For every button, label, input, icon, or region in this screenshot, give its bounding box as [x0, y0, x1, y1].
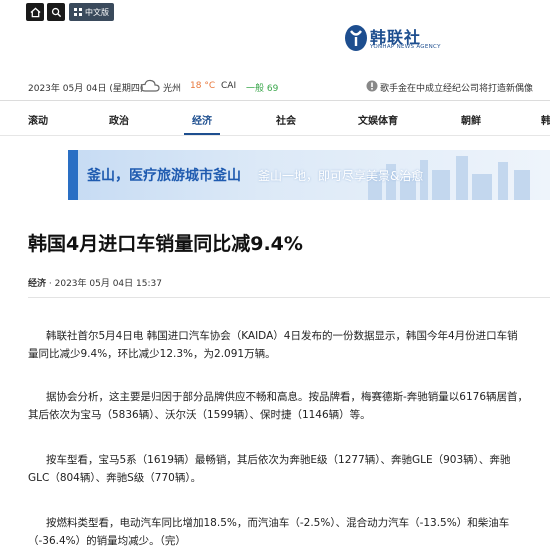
weather-city: 光州: [163, 84, 182, 94]
banner-accent-bar: [68, 150, 78, 200]
news-ticker[interactable]: 歌手金在中成立经纪公司将打造新偶像: [380, 81, 533, 94]
weather-temperature: 18 °C: [190, 81, 216, 91]
language-button[interactable]: 中文版: [69, 3, 114, 21]
main-nav: 滚动 政治 经济 社会 文娱体育 朝鲜 韩: [0, 102, 550, 136]
logo-subtitle: YONHAP NEWS AGENCY: [370, 44, 441, 50]
nav-item-korea[interactable]: 韩: [541, 112, 550, 127]
nav-item-north-korea[interactable]: 朝鲜: [461, 112, 481, 127]
article-title: 韩国4月进口车销量同比减9.4%: [28, 233, 303, 255]
article-paragraph: 按燃料类型看，电动汽车同比增加18.5%，而汽油车（-2.5%）、混合动力汽车（…: [28, 517, 510, 547]
yonhap-logo-icon: [345, 25, 367, 51]
current-date: 2023年 05月 04日 (星期四): [28, 84, 144, 94]
nav-item-politics[interactable]: 政治: [109, 112, 129, 127]
home-icon: [29, 7, 41, 17]
top-bar: 中文版: [0, 0, 550, 24]
search-button[interactable]: [47, 3, 65, 21]
home-button[interactable]: [26, 3, 44, 21]
news-ticker-icon: [366, 80, 378, 92]
article-meta: 经济 · 2023年 05月 04日 15:37: [28, 276, 162, 289]
banner-title: 釜山，医疗旅游城市釜山: [87, 168, 241, 184]
cloud-icon: [140, 79, 160, 92]
grid-icon: [74, 8, 82, 16]
language-label: 中文版: [85, 7, 109, 17]
nav-item-culture-sports[interactable]: 文娱体育: [358, 112, 398, 127]
site-logo[interactable]: 韩联社 YONHAP NEWS AGENCY: [344, 22, 464, 58]
nav-item-economy[interactable]: 经济: [192, 112, 212, 127]
cai-value: 一般 69: [246, 84, 279, 94]
article-divider: [28, 297, 550, 298]
article-paragraph: 按车型看，宝马5系（1619辆）最畅销，其后依次为奔驰E级（1277辆）、奔驰G…: [28, 454, 511, 484]
article-section[interactable]: 经济: [28, 279, 46, 289]
promo-banner[interactable]: 釜山，医疗旅游城市釜山 釜山一地，即可尽享美景&治愈: [68, 150, 550, 200]
cai-label: CAI: [221, 81, 237, 91]
banner-subtitle: 釜山一地，即可尽享美景&治愈: [258, 169, 424, 183]
article-paragraph: 韩联社首尔5月4日电 韩国进口汽车协会（KAIDA）4日发布的一份数据显示，韩国…: [28, 330, 518, 360]
nav-item-society[interactable]: 社会: [276, 112, 296, 127]
nav-item-rolling[interactable]: 滚动: [28, 112, 48, 127]
article-timestamp: · 2023年 05月 04日 15:37: [48, 279, 162, 289]
active-tab-indicator: [184, 133, 220, 135]
info-bar: 2023年 05月 04日 (星期四) 光州 18 °C CAI 一般 69 歌…: [0, 76, 550, 98]
search-icon: [51, 7, 61, 17]
header-divider: [0, 100, 550, 101]
article-paragraph: 据协会分析，这主要是归因于部分品牌供应不畅和高息。按品牌看，梅赛德斯-奔驰销量以…: [28, 391, 529, 421]
